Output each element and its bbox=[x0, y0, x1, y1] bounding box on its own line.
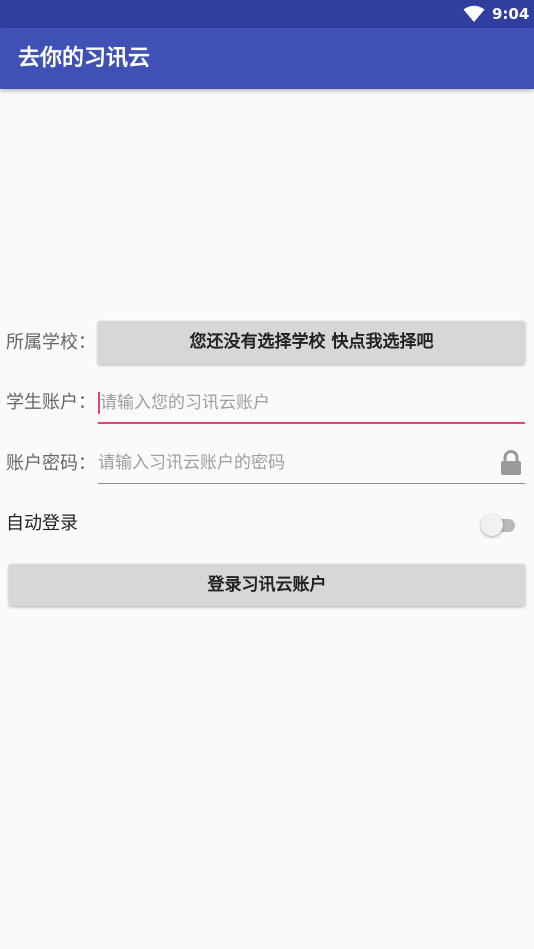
auto-login-switch[interactable] bbox=[481, 513, 517, 537]
password-label: 账户密码： bbox=[6, 453, 96, 474]
app-title: 去你的习讯云 bbox=[18, 46, 151, 71]
auto-login-label: 自动登录 bbox=[6, 513, 78, 534]
password-input-underline bbox=[98, 483, 525, 484]
account-input[interactable]: 请输入您的习讯云账户 bbox=[98, 382, 525, 424]
app-bar: 去你的习讯云 bbox=[0, 28, 534, 89]
account-placeholder: 请输入您的习讯云账户 bbox=[100, 393, 270, 413]
password-input[interactable]: 请输入习讯云账户的密码 bbox=[98, 442, 525, 484]
school-label: 所属学校： bbox=[6, 332, 96, 353]
login-button[interactable]: 登录习讯云账户 bbox=[9, 564, 525, 606]
switch-thumb bbox=[481, 514, 503, 536]
status-time: 9:04 bbox=[492, 5, 530, 23]
status-bar: 9:04 bbox=[0, 0, 534, 28]
account-input-underline bbox=[98, 422, 525, 424]
password-placeholder: 请输入习讯云账户的密码 bbox=[98, 453, 285, 473]
select-school-button[interactable]: 您还没有选择学校 快点我选择吧 bbox=[98, 321, 525, 364]
account-label: 学生账户： bbox=[6, 392, 96, 413]
wifi-icon bbox=[463, 5, 485, 22]
lock-icon[interactable] bbox=[499, 450, 523, 476]
